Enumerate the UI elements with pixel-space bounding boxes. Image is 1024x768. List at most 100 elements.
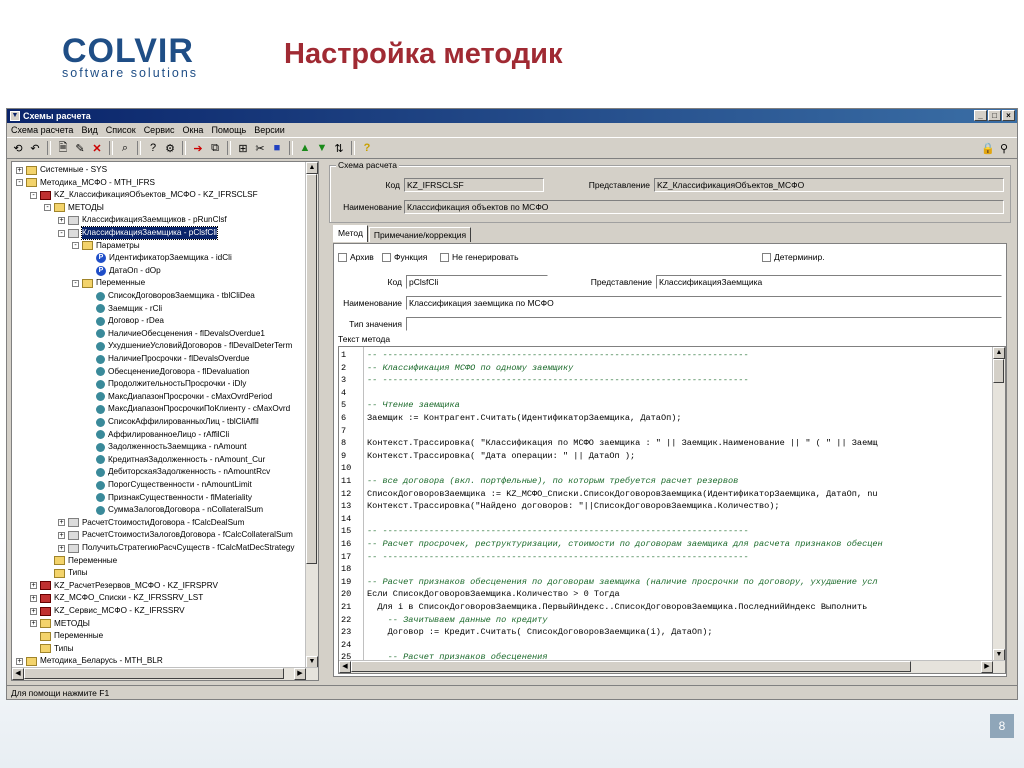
method-code-editor[interactable]: 1 -- ------------------------------------… (338, 346, 1006, 674)
tree-item[interactable]: ПродолжительностьПросрочки - iDly (86, 378, 246, 390)
scheme-repr-field[interactable]: KZ_КлассификацияОбъектов_МСФО (654, 178, 1004, 192)
tree-vertical-scrollbar[interactable]: ▲ ▼ (305, 162, 318, 680)
tree-item[interactable]: СуммаЗалоговДоговора - nCollateralSum (86, 504, 263, 516)
tree-item[interactable]: МаксДиапазонПросрочки - cMaxOvrdPeriod (86, 391, 272, 403)
move-down-icon[interactable]: ▼ (315, 141, 329, 155)
menu-item[interactable]: Список (106, 123, 136, 137)
refresh-icon[interactable]: ⟲ (11, 141, 25, 155)
tree-item[interactable]: АффилированноеЛицо - rAffilCli (86, 429, 229, 441)
maximize-button[interactable]: □ (988, 110, 1001, 121)
copy-icon[interactable]: ⧉ (208, 141, 222, 155)
tree-item[interactable]: + Системные - SYS (16, 164, 107, 176)
tree-item[interactable]: Переменные (44, 555, 117, 567)
scroll-up-arrow-icon[interactable]: ▲ (993, 347, 1005, 359)
undo-icon[interactable]: ↶ (28, 141, 42, 155)
tree-item[interactable]: - KZ_КлассификацияОбъектов_МСФО - KZ_IFRS… (30, 189, 258, 201)
expand-icon[interactable]: + (30, 594, 37, 602)
tree-item[interactable]: Заемщик - rCli (86, 303, 162, 315)
tools-icon[interactable]: ✂ (253, 141, 267, 155)
tree-item[interactable]: НаличиеПросрочки - flDevalsOverdue (86, 353, 249, 365)
archive-checkbox[interactable]: Архив (338, 252, 374, 262)
collapse-icon[interactable]: - (72, 242, 79, 250)
scroll-left-arrow-icon[interactable]: ◀ (12, 668, 24, 680)
menu-item[interactable]: Вид (81, 123, 97, 137)
function-checkbox[interactable]: Функция (382, 252, 427, 262)
code-hscroll-thumb[interactable] (351, 661, 911, 672)
tab-notes[interactable]: Примечание/коррекция (368, 227, 472, 242)
expand-icon[interactable]: + (58, 519, 65, 527)
pin-icon[interactable]: ⚲ (997, 141, 1011, 155)
tree-item[interactable]: + Методика_Беларусь - MTH_BLR (16, 655, 163, 667)
scroll-right-arrow-icon[interactable]: ▶ (981, 661, 993, 673)
collapse-icon[interactable]: - (72, 279, 79, 287)
expand-icon[interactable]: + (16, 657, 23, 665)
tree-item[interactable]: НаличиеОбесценения - flDevalsOverdue1 (86, 328, 265, 340)
tree-item[interactable]: + РасчетСтоимостиДоговора - fCalcDealSum (58, 517, 244, 529)
expand-icon[interactable]: + (58, 216, 65, 224)
tree-item[interactable]: - Методика_МСФО - MTH_IFRS (16, 177, 155, 189)
expand-icon[interactable]: + (16, 166, 23, 174)
tree-item[interactable]: СписокДоговоровЗаемщика - tblCliDea (86, 290, 255, 302)
tree-scroll-thumb[interactable] (306, 174, 317, 564)
scheme-code-field[interactable]: KZ_IFRSCLSF (404, 178, 544, 192)
code-vertical-scrollbar[interactable]: ▲ ▼ (992, 347, 1005, 673)
expand-icon[interactable]: + (58, 531, 65, 539)
method-code-field[interactable]: pClsfCli (406, 275, 548, 289)
tree-item[interactable]: МаксДиапазонПросрочкиПоКлиенту - cMaxOvr… (86, 403, 290, 415)
menu-item[interactable]: Окна (183, 123, 204, 137)
tree-item[interactable]: + KZ_Сервис_МСФО - KZ_IFRSSRV (30, 605, 185, 617)
tree-item[interactable]: ПризнакСущественности - flMateriality (86, 492, 252, 504)
expand-icon[interactable]: + (30, 620, 37, 628)
collapse-icon[interactable]: - (44, 204, 51, 212)
scroll-up-arrow-icon[interactable]: ▲ (306, 162, 318, 174)
expand-icon[interactable]: + (30, 582, 37, 590)
collapse-icon[interactable]: - (58, 229, 65, 237)
expand-icon[interactable]: + (30, 607, 37, 615)
tree-item[interactable]: Типы (44, 567, 88, 579)
expand-icon[interactable]: + (58, 544, 65, 552)
tree-item[interactable]: ОбесценениеДоговора - flDevaluation (86, 366, 250, 378)
collapse-icon[interactable]: - (16, 179, 23, 187)
tree-icon[interactable]: ⊞ (236, 141, 250, 155)
tree-item[interactable]: - Параметры (72, 240, 140, 252)
menu-item[interactable]: Сервис (144, 123, 175, 137)
tree-item[interactable]: Переменные (30, 630, 103, 642)
help-icon[interactable]: ? (360, 141, 374, 155)
tree-item[interactable]: - МЕТОДЫ (44, 202, 104, 214)
run-arrow-icon[interactable]: ➔ (191, 141, 205, 155)
method-name-field[interactable]: Классификация заемщика по МСФО (406, 296, 1002, 310)
tree-item[interactable]: УхудшениеУсловийДоговоров - flDevalDeter… (86, 340, 292, 352)
tree-item[interactable]: + ПолучитьСтратегиюРасчСуществ - fCalcMat… (58, 542, 295, 554)
scheme-tree[interactable]: + Системные - SYS - Методика_МСФО - MTH_IFR… (11, 161, 319, 681)
determ-checkbox[interactable]: Детерминир. (762, 252, 825, 262)
edit-icon[interactable]: ✎ (73, 141, 87, 155)
tree-item[interactable]: + KZ_МСФО_Списки - KZ_IFRSSRV_LST (30, 592, 203, 604)
method-repr-field[interactable]: КлассификацияЗаемщика (656, 275, 1002, 289)
delete-icon[interactable]: ✕ (90, 141, 104, 155)
tree-item[interactable]: + КлассификацияЗаемщиков - pRunClsf (58, 214, 227, 226)
tree-hscroll-thumb[interactable] (24, 668, 284, 679)
scroll-left-arrow-icon[interactable]: ◀ (339, 661, 351, 673)
cube-icon[interactable]: ■ (270, 141, 284, 155)
tree-item[interactable]: P ИдентификаторЗаемщика - idCli (86, 252, 232, 264)
move-up-icon[interactable]: ▲ (298, 141, 312, 155)
menu-item[interactable]: Версии (254, 123, 285, 137)
compile-icon[interactable]: ⚙ (163, 141, 177, 155)
collapse-icon[interactable]: - (30, 191, 37, 199)
tree-item[interactable]: Договор - rDea (86, 315, 164, 327)
code-horizontal-scrollbar[interactable]: ◀ ▶ (339, 660, 1005, 673)
tree-item[interactable]: СписокАффилированныхЛиц - tblCliAffil (86, 416, 259, 428)
query-icon[interactable]: ? (146, 141, 160, 155)
new-document-icon[interactable]: 🗎 (56, 141, 70, 155)
tree-item[interactable]: ДебиторскаяЗадолженность - nAmountRcv (86, 466, 270, 478)
close-button[interactable]: × (1002, 110, 1015, 121)
no-generate-checkbox[interactable]: Не генерировать (440, 252, 519, 262)
menu-item[interactable]: Помощь (211, 123, 246, 137)
tree-item[interactable]: + МЕТОДЫ (30, 618, 90, 630)
scroll-right-arrow-icon[interactable]: ▶ (294, 668, 306, 680)
tree-item[interactable]: + KZ_РасчетРезервов_МСФО - KZ_IFRSPRV (30, 580, 218, 592)
menu-item[interactable]: Схема расчета (11, 123, 73, 137)
value-type-field[interactable] (406, 317, 1002, 331)
tree-item[interactable]: ПорогСущественности - nAmountLimit (86, 479, 252, 491)
scheme-name-field[interactable]: Классификация объектов по МСФО (404, 200, 1004, 214)
